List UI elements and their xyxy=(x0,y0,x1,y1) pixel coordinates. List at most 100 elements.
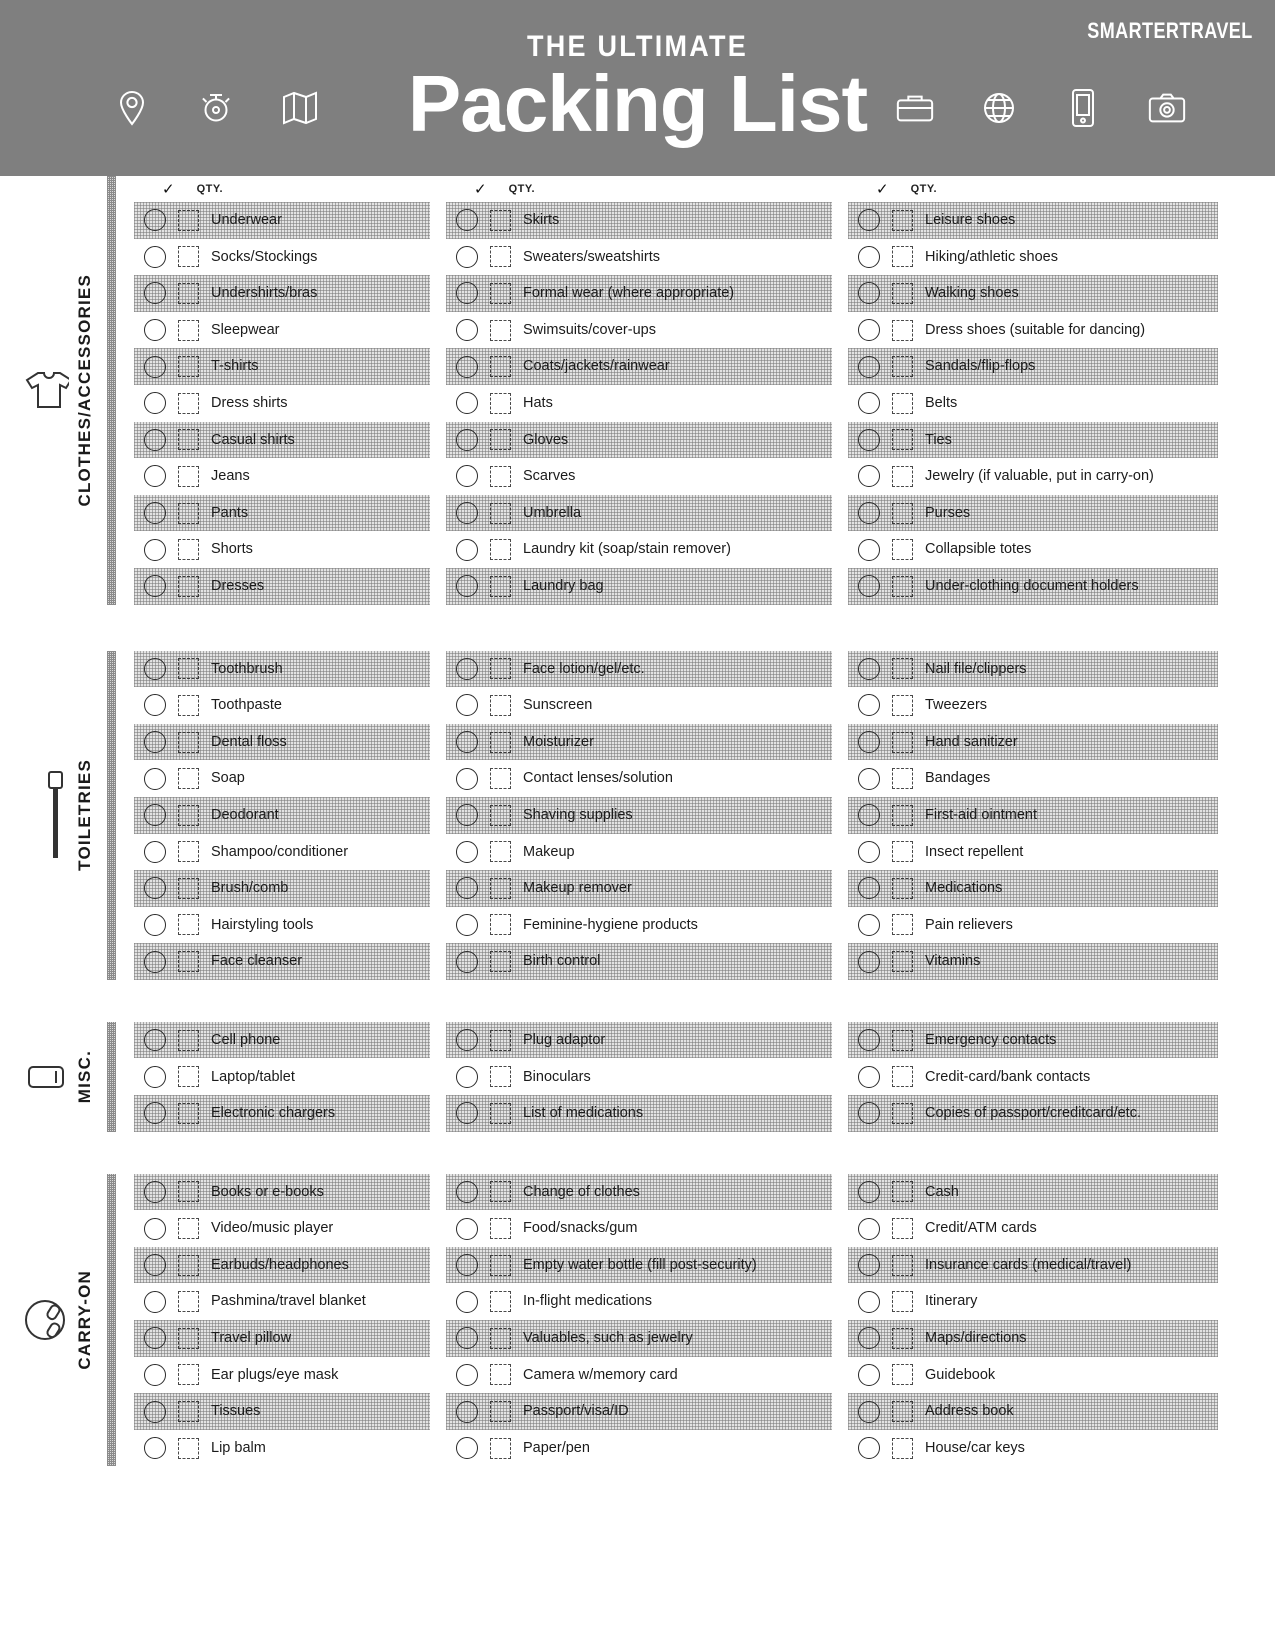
check-bubble[interactable] xyxy=(858,840,880,863)
qty-box[interactable] xyxy=(892,877,913,899)
check-bubble[interactable] xyxy=(858,1217,880,1240)
qty-box[interactable] xyxy=(892,1181,913,1203)
check-bubble[interactable] xyxy=(456,657,478,680)
qty-box[interactable] xyxy=(892,356,913,378)
qty-box[interactable] xyxy=(892,1254,913,1276)
list-item[interactable]: Contact lenses/solution xyxy=(446,760,832,797)
list-item[interactable]: Soap xyxy=(134,760,430,797)
qty-box[interactable] xyxy=(490,694,511,716)
qty-box[interactable] xyxy=(178,575,199,597)
list-item[interactable]: List of medications xyxy=(446,1095,832,1132)
list-item[interactable]: Food/snacks/gum xyxy=(446,1210,832,1247)
qty-box[interactable] xyxy=(490,429,511,451)
list-item[interactable]: Umbrella xyxy=(446,494,832,532)
check-bubble[interactable] xyxy=(456,465,478,488)
check-bubble[interactable] xyxy=(858,428,880,451)
check-bubble[interactable] xyxy=(858,392,880,415)
list-item[interactable]: Walking shoes xyxy=(848,275,1218,312)
qty-box[interactable] xyxy=(178,1218,199,1240)
check-bubble[interactable] xyxy=(858,319,880,342)
check-bubble[interactable] xyxy=(858,538,880,561)
qty-box[interactable] xyxy=(490,877,511,899)
list-item[interactable]: Binoculars xyxy=(446,1058,832,1095)
list-item[interactable]: Emergency contacts xyxy=(848,1021,1218,1059)
list-item[interactable]: Passport/visa/ID xyxy=(446,1393,832,1430)
list-item[interactable]: Casual shirts xyxy=(134,421,430,459)
check-bubble[interactable] xyxy=(858,1180,880,1203)
list-item[interactable]: Makeup xyxy=(446,834,832,871)
check-bubble[interactable] xyxy=(858,282,880,305)
list-item[interactable]: Jewelry (if valuable, put in carry-on) xyxy=(848,458,1218,495)
list-item[interactable]: Change of clothes xyxy=(446,1173,832,1211)
qty-box[interactable] xyxy=(892,575,913,597)
check-bubble[interactable] xyxy=(858,913,880,936)
check-bubble[interactable] xyxy=(456,1180,478,1203)
list-item[interactable]: Paper/pen xyxy=(446,1430,832,1467)
check-bubble[interactable] xyxy=(456,1217,478,1240)
check-bubble[interactable] xyxy=(144,1327,166,1350)
qty-box[interactable] xyxy=(490,356,511,378)
check-bubble[interactable] xyxy=(456,502,478,525)
check-bubble[interactable] xyxy=(858,1254,880,1277)
list-item[interactable]: Camera w/memory card xyxy=(446,1357,832,1394)
check-bubble[interactable] xyxy=(858,1065,880,1088)
list-item[interactable]: Tissues xyxy=(134,1393,430,1430)
check-bubble[interactable] xyxy=(144,465,166,488)
list-item[interactable]: Socks/Stockings xyxy=(134,239,430,276)
list-item[interactable]: Copies of passport/creditcard/etc. xyxy=(848,1095,1218,1132)
qty-box[interactable] xyxy=(178,841,199,863)
list-item[interactable]: Credit/ATM cards xyxy=(848,1210,1218,1247)
qty-box[interactable] xyxy=(178,1029,199,1051)
qty-box[interactable] xyxy=(490,575,511,597)
check-bubble[interactable] xyxy=(456,1363,478,1386)
qty-box[interactable] xyxy=(490,209,511,231)
check-bubble[interactable] xyxy=(858,694,880,717)
check-bubble[interactable] xyxy=(144,1102,166,1125)
qty-box[interactable] xyxy=(178,877,199,899)
check-bubble[interactable] xyxy=(144,1029,166,1052)
list-item[interactable]: Hand sanitizer xyxy=(848,723,1218,761)
check-bubble[interactable] xyxy=(144,694,166,717)
check-bubble[interactable] xyxy=(144,950,166,973)
qty-box[interactable] xyxy=(490,841,511,863)
list-item[interactable]: Toothpaste xyxy=(134,687,430,724)
check-bubble[interactable] xyxy=(858,950,880,973)
qty-box[interactable] xyxy=(178,1066,199,1088)
qty-box[interactable] xyxy=(178,804,199,826)
check-bubble[interactable] xyxy=(456,731,478,754)
list-item[interactable]: Pain relievers xyxy=(848,907,1218,944)
list-item[interactable]: Undershirts/bras xyxy=(134,275,430,312)
check-bubble[interactable] xyxy=(144,392,166,415)
check-bubble[interactable] xyxy=(144,804,166,827)
list-item[interactable]: Itinerary xyxy=(848,1283,1218,1320)
check-bubble[interactable] xyxy=(456,1327,478,1350)
list-item[interactable]: Electronic chargers xyxy=(134,1095,430,1132)
list-item[interactable]: Hats xyxy=(446,385,832,422)
check-bubble[interactable] xyxy=(144,657,166,680)
list-item[interactable]: Travel pillow xyxy=(134,1320,430,1357)
list-item[interactable]: Gloves xyxy=(446,421,832,459)
qty-box[interactable] xyxy=(490,1218,511,1240)
qty-box[interactable] xyxy=(892,1066,913,1088)
qty-box[interactable] xyxy=(178,209,199,231)
check-bubble[interactable] xyxy=(144,1363,166,1386)
qty-box[interactable] xyxy=(490,1029,511,1051)
qty-box[interactable] xyxy=(490,539,511,561)
qty-box[interactable] xyxy=(178,1401,199,1423)
check-bubble[interactable] xyxy=(858,1400,880,1423)
list-item[interactable]: Laptop/tablet xyxy=(134,1058,430,1095)
check-bubble[interactable] xyxy=(456,950,478,973)
check-bubble[interactable] xyxy=(144,209,166,232)
list-item[interactable]: Insect repellent xyxy=(848,834,1218,871)
check-bubble[interactable] xyxy=(144,767,166,790)
check-bubble[interactable] xyxy=(144,1180,166,1203)
list-item[interactable]: Deodorant xyxy=(134,796,430,834)
qty-box[interactable] xyxy=(490,1401,511,1423)
qty-box[interactable] xyxy=(892,841,913,863)
check-bubble[interactable] xyxy=(858,355,880,378)
qty-box[interactable] xyxy=(178,1102,199,1124)
qty-box[interactable] xyxy=(892,246,913,268)
qty-box[interactable] xyxy=(490,502,511,524)
list-item[interactable]: Sunscreen xyxy=(446,687,832,724)
list-item[interactable]: T-shirts xyxy=(134,348,430,385)
